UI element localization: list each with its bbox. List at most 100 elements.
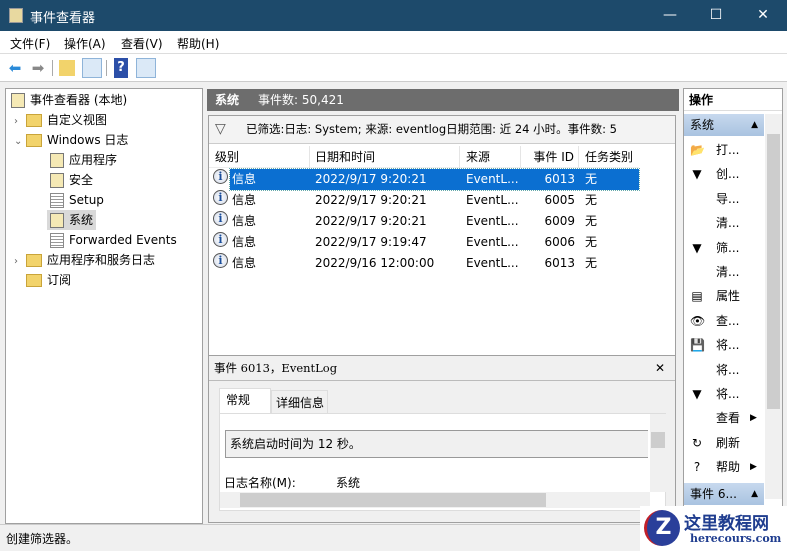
actions-section-event[interactable]: 事件 6... ▲ xyxy=(684,483,764,505)
table-row[interactable]: i 信息 2022/9/17 9:20:21 EventL... 6009 无 xyxy=(209,211,639,232)
minimize-button[interactable]: — xyxy=(647,0,693,31)
tree-item-system[interactable]: 系统 xyxy=(47,210,97,230)
level: 信息 xyxy=(232,214,257,228)
back-icon[interactable]: ⬅ xyxy=(5,58,25,78)
action-create-custom-view[interactable]: ▼ 创... xyxy=(686,162,766,186)
forward-icon[interactable]: ➡ xyxy=(28,58,48,78)
menu-help[interactable]: 帮助(H) xyxy=(177,35,219,52)
section-label: 系统 xyxy=(690,118,715,132)
log-icon xyxy=(50,173,64,188)
filter-current-log-icon: ▼ xyxy=(692,240,702,255)
action-clear-log[interactable]: 清... xyxy=(686,211,766,235)
tree-label: 系统 xyxy=(69,213,94,227)
tree-item-setup[interactable]: Setup xyxy=(50,190,104,210)
event-id: 6005 xyxy=(544,193,575,207)
collapse-icon[interactable]: ▲ xyxy=(751,114,758,136)
tree-label: Setup xyxy=(69,193,104,207)
tree-item-subscriptions[interactable]: 订阅 xyxy=(26,270,71,290)
table-row[interactable]: i 信息 2022/9/17 9:19:47 EventL... 6006 无 xyxy=(209,232,639,253)
tab-general[interactable]: 常规 xyxy=(219,388,271,414)
action-label: 筛... xyxy=(716,240,740,255)
close-button[interactable]: ✕ xyxy=(740,0,786,31)
show-hide-action-pane-icon[interactable] xyxy=(136,58,156,78)
collapse-icon[interactable]: ▲ xyxy=(751,483,758,505)
section-label: 事件 6... xyxy=(690,487,737,501)
scrollbar-thumb[interactable] xyxy=(240,493,546,507)
table-row[interactable]: i 信息 2022/9/17 9:20:21 EventL... 6013 无 xyxy=(209,168,640,191)
action-filter-current-log[interactable]: ▼ 筛... xyxy=(686,236,766,260)
action-save-filter[interactable]: ▼ 将... xyxy=(686,382,766,406)
action-refresh[interactable]: ↻ 刷新 xyxy=(686,431,766,455)
action-find[interactable]: 👁 查... xyxy=(686,309,766,333)
task-category: 无 xyxy=(585,193,598,207)
chevron-down-icon[interactable]: ⌄ xyxy=(14,132,26,152)
action-label: 帮助 xyxy=(716,460,741,475)
action-label: 将... xyxy=(716,338,740,353)
action-help[interactable]: ? 帮助 ▶ xyxy=(686,455,766,479)
toolbar-separator xyxy=(52,60,53,76)
scrollbar-thumb[interactable] xyxy=(767,134,780,409)
event-id: 6013 xyxy=(544,256,575,270)
find-icon: 👁 xyxy=(690,313,706,328)
source: EventL... xyxy=(466,172,519,186)
folder-icon xyxy=(26,134,42,147)
tree-label: 安全 xyxy=(69,173,94,187)
menu-file[interactable]: 文件(F) xyxy=(10,35,50,52)
action-properties[interactable]: ▤ 属性 xyxy=(686,284,766,308)
vertical-scrollbar[interactable] xyxy=(650,414,666,492)
action-clear-filter[interactable]: 清... xyxy=(686,260,766,284)
actions-scrollbar[interactable] xyxy=(765,114,782,499)
date-time: 2022/9/17 9:19:47 xyxy=(315,235,427,249)
tree-root[interactable]: 事件查看器 (本地) xyxy=(11,90,127,110)
log-name: 系统 xyxy=(215,93,240,107)
action-open-saved-log[interactable]: 📂 打... xyxy=(686,138,766,162)
tree-label: Windows 日志 xyxy=(47,133,129,147)
log-header: 系统 事件数: 50,421 xyxy=(207,89,679,111)
show-hide-tree-icon[interactable] xyxy=(82,58,102,78)
chevron-right-icon[interactable]: › xyxy=(14,112,26,132)
tree-item-windows-logs[interactable]: ⌄ Windows 日志 xyxy=(14,130,128,150)
date-time: 2022/9/17 9:20:21 xyxy=(315,214,427,228)
action-save-filtered-log[interactable]: 💾 将... xyxy=(686,333,766,357)
log-icon xyxy=(50,233,64,248)
filter-text: 已筛选:日志: System; 来源: eventlog日期范围: 近 24 小… xyxy=(246,122,617,136)
general-tab-content: 系统启动时间为 12 秒。 日志名称(M): 系统 xyxy=(219,413,666,511)
maximize-button[interactable]: ☐ xyxy=(693,0,739,31)
tree-item-custom-views[interactable]: › 自定义视图 xyxy=(14,110,107,130)
save-filter-icon: ▼ xyxy=(692,387,702,401)
table-row[interactable]: i 信息 2022/9/16 12:00:00 EventL... 6013 无 xyxy=(209,253,639,274)
scrollbar-thumb[interactable] xyxy=(651,432,665,448)
menu-action[interactable]: 操作(A) xyxy=(64,35,106,52)
col-date[interactable]: 日期和时间 xyxy=(315,146,460,168)
log-icon xyxy=(50,193,64,208)
open-folder-icon[interactable] xyxy=(59,60,75,76)
action-attach-task[interactable]: 将... xyxy=(686,358,766,382)
col-event-id[interactable]: 事件 ID xyxy=(531,146,579,168)
action-import-custom-view[interactable]: 导... xyxy=(686,187,766,211)
tab-label: 常规 xyxy=(226,393,251,407)
tree-item-app-service-logs[interactable]: › 应用程序和服务日志 xyxy=(14,250,155,270)
col-task-category[interactable]: 任务类别 xyxy=(585,146,633,168)
help-icon[interactable]: ? xyxy=(114,58,128,78)
table-row[interactable]: i 信息 2022/9/17 9:20:21 EventL... 6005 无 xyxy=(209,190,639,211)
date-time: 2022/9/16 12:00:00 xyxy=(315,256,435,270)
horizontal-scrollbar[interactable] xyxy=(220,492,650,508)
tab-details[interactable]: 详细信息 xyxy=(271,390,328,414)
actions-pane: 操作 系统 ▲ 📂 打... ▼ 创... 导... 清... ▼ 筛... 清... ▤ 属性 👁 查.… xyxy=(683,88,783,524)
import-custom-view-icon xyxy=(690,192,704,206)
title-bar: 事件查看器 — ☐ ✕ xyxy=(0,0,787,31)
action-label: 清... xyxy=(716,265,740,279)
col-source[interactable]: 来源 xyxy=(466,146,521,168)
col-level[interactable]: 级别 xyxy=(215,146,310,168)
menu-view[interactable]: 查看(V) xyxy=(121,35,163,52)
chevron-right-icon[interactable]: › xyxy=(14,252,26,272)
tree-item-security[interactable]: 安全 xyxy=(50,170,93,190)
tree-item-application[interactable]: 应用程序 xyxy=(50,150,117,170)
actions-section-system[interactable]: 系统 ▲ xyxy=(684,114,764,136)
action-view[interactable]: 查看 ▶ xyxy=(686,406,766,430)
close-details-icon[interactable]: ✕ xyxy=(655,356,665,381)
tree-item-forwarded-events[interactable]: Forwarded Events xyxy=(50,230,177,250)
clear-log-icon xyxy=(690,216,704,230)
task-category: 无 xyxy=(585,214,598,228)
action-label: 将... xyxy=(716,387,740,401)
